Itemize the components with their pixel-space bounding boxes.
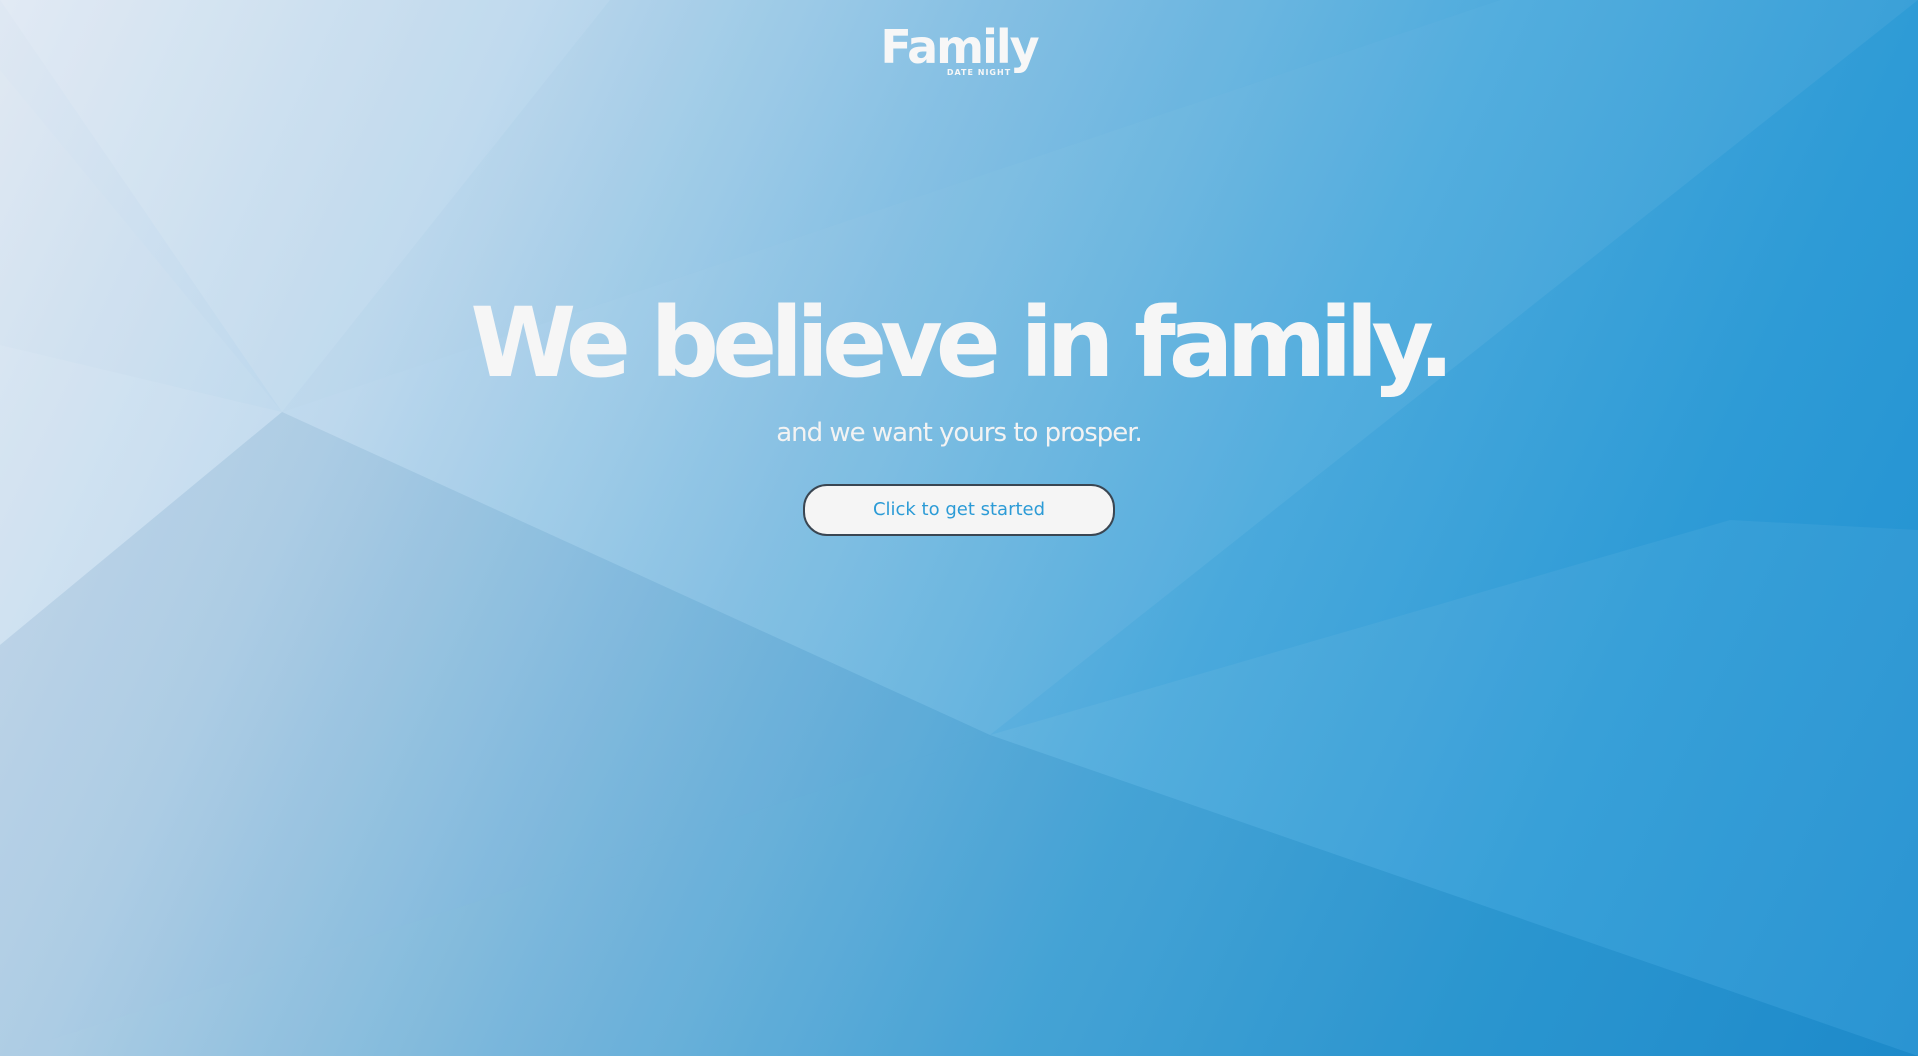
- brand-logo[interactable]: Family DATE NIGHT: [0, 22, 1918, 77]
- hero-section: We believe in family. and we want yours …: [0, 288, 1918, 536]
- get-started-button[interactable]: Click to get started: [803, 484, 1115, 536]
- logo-tagline: DATE NIGHT: [946, 68, 1012, 77]
- hero-subline: and we want yours to prosper.: [776, 418, 1143, 448]
- logo-wordmark: Family: [880, 20, 1039, 74]
- hero-headline: We believe in family.: [470, 287, 1454, 399]
